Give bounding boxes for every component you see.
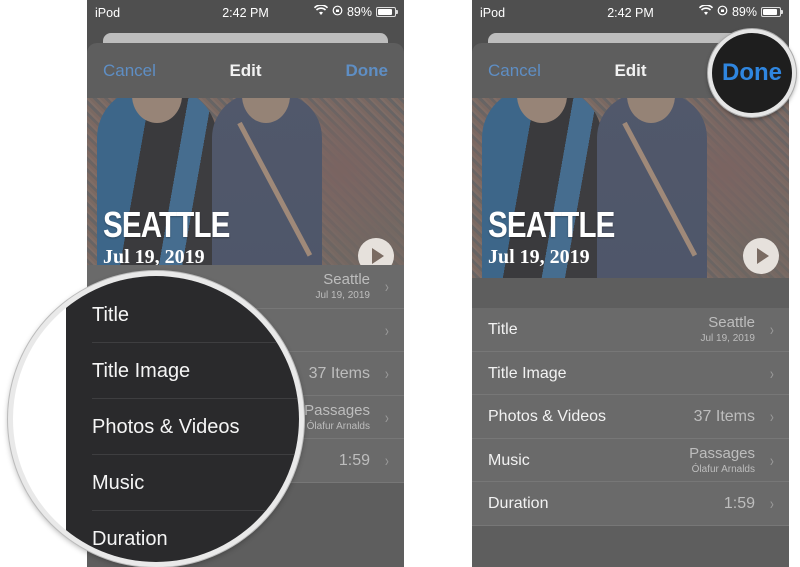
- settings-list: Title Seattle Jul 19, 2019 › Title Image…: [472, 308, 789, 526]
- battery-percent: 89%: [731, 5, 757, 19]
- row-label: Duration: [488, 495, 549, 512]
- chevron-right-icon: ›: [385, 320, 390, 340]
- play-icon[interactable]: [743, 238, 779, 274]
- row-duration[interactable]: Duration 1:59 ›: [472, 482, 789, 526]
- chevron-right-icon: ›: [770, 407, 775, 426]
- battery-icon: [376, 7, 398, 17]
- memory-title: SEATTLE: [488, 204, 615, 245]
- row-value: 37 Items: [308, 365, 370, 382]
- magnified-list: Title Title Image Photos & Videos Music …: [66, 276, 299, 562]
- magnified-done-button[interactable]: Done: [722, 59, 782, 87]
- row-value: Passages: [689, 444, 755, 462]
- nav-bar: Cancel Edit Done: [87, 43, 404, 98]
- chevron-right-icon: ›: [385, 451, 390, 470]
- row-subvalue: Jul 19, 2019: [700, 333, 756, 344]
- chevron-right-icon: ›: [770, 494, 775, 513]
- chevron-right-icon: ›: [770, 320, 775, 339]
- orientation-lock-icon: [717, 5, 728, 19]
- chevron-right-icon: ›: [770, 450, 775, 470]
- row-subvalue: Ólafur Arnalds: [306, 420, 370, 432]
- memory-date: Jul 19, 2019: [488, 246, 590, 268]
- chevron-right-icon: ›: [385, 364, 390, 383]
- status-bar: iPod 2:42 PM 89%: [87, 0, 404, 26]
- magnifier-callout-done[interactable]: Done: [708, 29, 796, 117]
- magnified-item-photos-videos: Photos & Videos: [92, 416, 240, 438]
- magnified-item-title: Title: [92, 304, 130, 326]
- row-title-image[interactable]: Title Image ›: [472, 352, 789, 395]
- chevron-right-icon: ›: [770, 363, 775, 383]
- row-value: 1:59: [723, 495, 755, 512]
- row-value: Passages: [304, 401, 370, 419]
- row-label: Title: [488, 321, 518, 338]
- row-value: 1:59: [338, 452, 370, 469]
- magnified-item-music: Music: [92, 472, 145, 494]
- row-value: Seattle: [708, 314, 755, 331]
- memory-title-image: SEATTLE Jul 19, 2019: [87, 98, 404, 278]
- cancel-button[interactable]: Cancel: [103, 61, 156, 81]
- magnifier-callout-list: Title Title Image Photos & Videos Music …: [8, 271, 304, 567]
- battery-percent: 89%: [346, 5, 372, 19]
- magnified-item-duration: Duration: [92, 528, 168, 550]
- done-button[interactable]: Done: [346, 61, 389, 81]
- orientation-lock-icon: [332, 5, 343, 19]
- row-subvalue: Jul 19, 2019: [315, 290, 371, 301]
- cancel-button[interactable]: Cancel: [488, 61, 541, 81]
- memory-title: SEATTLE: [103, 204, 230, 245]
- row-label: Title Image: [488, 364, 567, 382]
- status-bar: iPod 2:42 PM 89%: [472, 0, 789, 26]
- row-value: Seattle: [323, 271, 370, 288]
- chevron-right-icon: ›: [385, 407, 390, 427]
- row-value: 37 Items: [693, 408, 755, 425]
- edit-sheet: Cancel Edit Done SEATTLE Jul 19, 2019 Ti…: [472, 43, 789, 567]
- row-title[interactable]: Title Seattle Jul 19, 2019 ›: [472, 308, 789, 352]
- row-music[interactable]: Music Passages Ólafur Arnalds ›: [472, 439, 789, 482]
- row-photos-videos[interactable]: Photos & Videos 37 Items ›: [472, 395, 789, 439]
- battery-icon: [761, 7, 783, 17]
- row-label: Music: [488, 451, 530, 469]
- row-subvalue: Ólafur Arnalds: [691, 463, 755, 475]
- wifi-icon: [698, 4, 714, 19]
- chevron-right-icon: ›: [385, 277, 390, 296]
- wifi-icon: [313, 4, 329, 19]
- magnified-item-title-image: Title Image: [92, 360, 191, 382]
- memory-title-image: SEATTLE Jul 19, 2019: [472, 98, 789, 278]
- row-label: Photos & Videos: [488, 408, 607, 425]
